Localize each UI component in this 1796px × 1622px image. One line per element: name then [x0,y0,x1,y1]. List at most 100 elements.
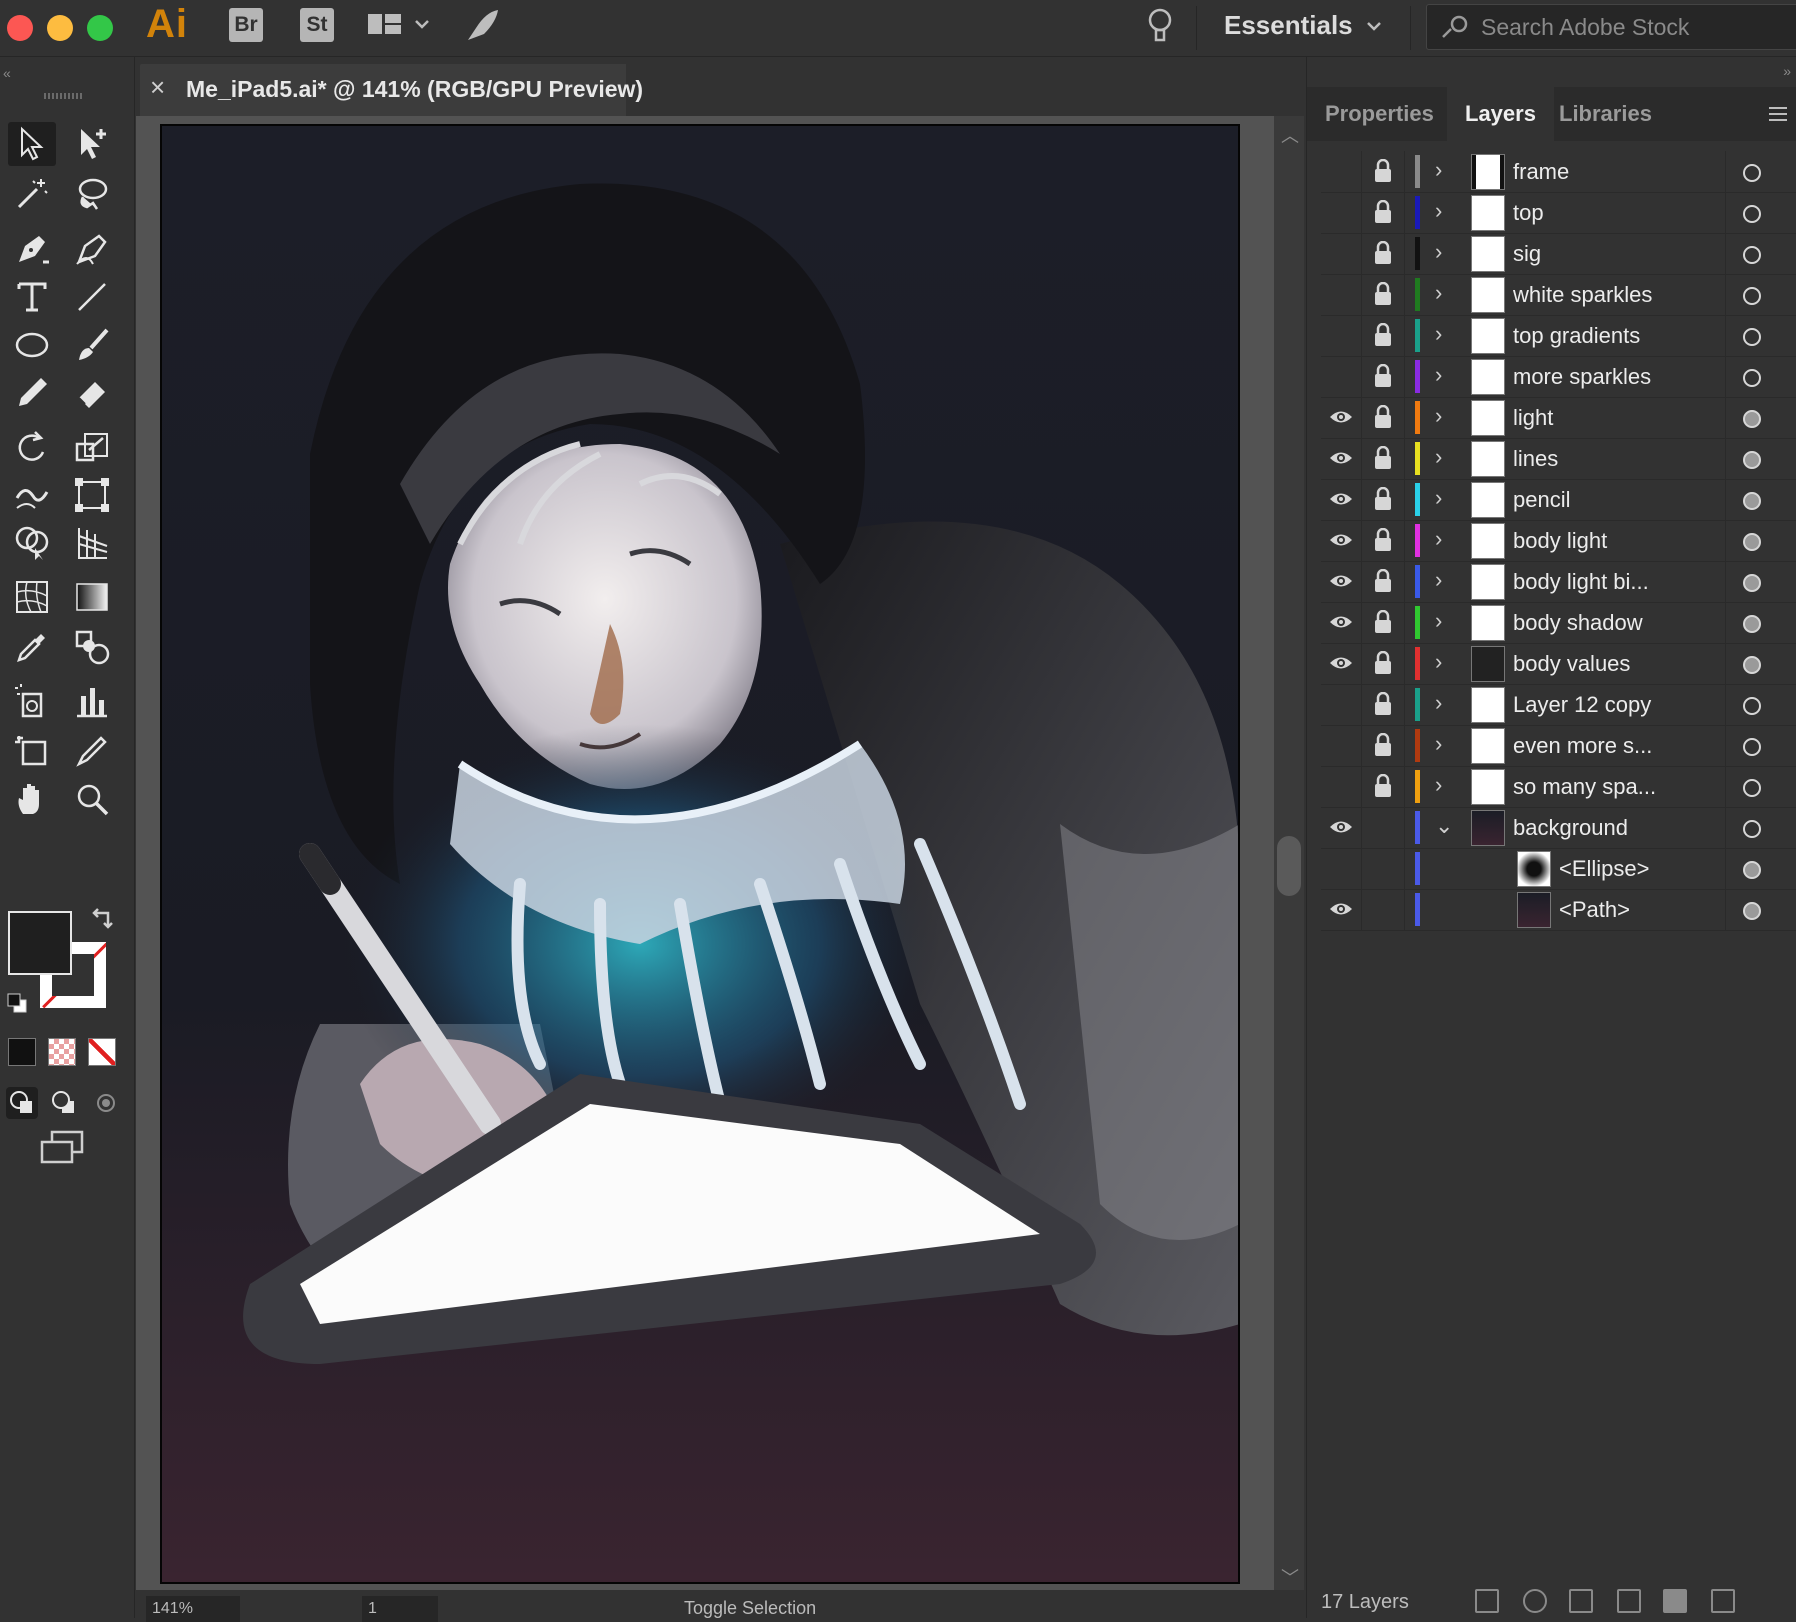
chevron-down-icon[interactable] [412,14,432,39]
target-appearance-icon[interactable] [1743,451,1761,469]
visibility-toggle[interactable] [1321,274,1362,315]
layer-name[interactable]: top gradients [1513,323,1640,349]
target-appearance-icon[interactable] [1743,697,1761,715]
pen-tool[interactable] [8,227,56,271]
chevron-right-icon[interactable]: › [1435,772,1442,798]
locate-object-icon[interactable] [1523,1589,1547,1613]
target-appearance-icon[interactable] [1743,410,1761,428]
fill-color-swatch[interactable] [8,911,72,975]
artboard-tool[interactable] [8,729,56,773]
visibility-toggle[interactable] [1321,807,1362,848]
layer-name[interactable]: <Ellipse> [1559,856,1650,882]
minimize-window-button[interactable] [47,15,73,41]
create-new-layer-icon[interactable] [1663,1589,1687,1613]
lock-toggle[interactable] [1362,192,1405,233]
layer-name[interactable]: background [1513,815,1628,841]
layer-row[interactable]: › Layer 12 copy [1321,684,1796,726]
layer-name[interactable]: so many spa... [1513,774,1656,800]
layer-row[interactable]: › body light bi... [1321,561,1796,603]
lock-toggle[interactable] [1362,520,1405,561]
color-mode-button[interactable] [8,1038,36,1066]
chevron-down-icon[interactable] [1364,16,1384,41]
sublayer-row[interactable]: <Path> [1321,889,1796,931]
layer-row[interactable]: › pencil [1321,479,1796,521]
lock-toggle[interactable] [1362,889,1405,930]
layer-name[interactable]: sig [1513,241,1541,267]
chevron-right-icon[interactable]: › [1435,649,1442,675]
lock-toggle[interactable] [1362,397,1405,438]
zoom-tool[interactable] [68,777,116,821]
chevron-right-icon[interactable]: › [1435,198,1442,224]
visibility-toggle[interactable] [1321,315,1362,356]
rocket-icon[interactable] [462,6,502,51]
target-appearance-icon[interactable] [1743,164,1761,182]
free-transform-tool[interactable] [68,473,116,517]
blend-tool[interactable] [68,625,116,669]
swap-fill-stroke-icon[interactable] [90,907,114,936]
layer-row[interactable]: › body shadow [1321,602,1796,644]
layer-row[interactable]: › white sparkles [1321,274,1796,316]
lock-toggle[interactable] [1362,766,1405,807]
chevron-right-icon[interactable]: › [1435,362,1442,388]
layer-row[interactable]: › frame [1321,151,1796,193]
visibility-toggle[interactable] [1321,397,1362,438]
layer-name[interactable]: top [1513,200,1544,226]
tab-properties[interactable]: Properties [1307,87,1452,141]
target-appearance-icon[interactable] [1743,492,1761,510]
workspace-switcher[interactable]: Essentials [1224,10,1353,41]
layer-row[interactable]: › top gradients [1321,315,1796,357]
layer-row[interactable]: › light [1321,397,1796,439]
mesh-tool[interactable] [8,575,56,619]
eraser-tool[interactable] [68,371,116,415]
layer-name[interactable]: light [1513,405,1553,431]
bridge-button[interactable]: Br [229,8,263,42]
chevron-right-icon[interactable]: › [1435,731,1442,757]
make-clipping-mask-icon[interactable] [1569,1589,1593,1613]
target-appearance-icon[interactable] [1743,738,1761,756]
visibility-toggle[interactable] [1321,684,1362,725]
layer-name[interactable]: body light bi... [1513,569,1649,595]
stock-search-box[interactable] [1426,4,1796,50]
search-input[interactable] [1479,11,1796,43]
layer-name[interactable]: Layer 12 copy [1513,692,1651,718]
visibility-toggle[interactable] [1321,233,1362,274]
visibility-toggle[interactable] [1321,848,1362,889]
chevron-right-icon[interactable]: › [1435,444,1442,470]
ellipse-tool[interactable] [8,323,56,367]
draw-behind-button[interactable] [48,1087,80,1119]
lock-toggle[interactable] [1362,356,1405,397]
chevron-right-icon[interactable]: › [1435,608,1442,634]
collapse-panel-icon[interactable]: » [1783,63,1791,79]
lock-toggle[interactable] [1362,479,1405,520]
collect-export-icon[interactable] [1475,1589,1499,1613]
target-appearance-icon[interactable] [1743,369,1761,387]
column-graph-tool[interactable] [68,679,116,723]
hand-tool[interactable] [8,777,56,821]
layer-name[interactable]: more sparkles [1513,364,1651,390]
create-sublayer-icon[interactable] [1617,1589,1641,1613]
selection-tool[interactable] [8,122,56,166]
target-appearance-icon[interactable] [1743,820,1761,838]
target-appearance-icon[interactable] [1743,574,1761,592]
draw-normal-button[interactable] [6,1087,38,1119]
chevron-right-icon[interactable]: › [1435,690,1442,716]
target-appearance-icon[interactable] [1743,328,1761,346]
target-appearance-icon[interactable] [1743,615,1761,633]
default-fill-stroke-icon[interactable] [6,992,28,1019]
visibility-toggle[interactable] [1321,356,1362,397]
close-window-button[interactable] [7,15,33,41]
close-document-icon[interactable]: × [150,72,165,103]
chevron-right-icon[interactable]: › [1435,157,1442,183]
symbol-sprayer-tool[interactable] [8,679,56,723]
visibility-toggle[interactable] [1321,438,1362,479]
lightbulb-icon[interactable] [1148,6,1172,51]
visibility-toggle[interactable] [1321,766,1362,807]
scroll-down-icon[interactable]: ﹀ [1281,1564,1299,1590]
layer-row[interactable]: › sig [1321,233,1796,275]
gradient-tool[interactable] [68,575,116,619]
layer-row[interactable]: ⌄ background [1321,807,1796,849]
toolbar-grip[interactable] [44,93,82,99]
lock-toggle[interactable] [1362,848,1405,889]
lock-toggle[interactable] [1362,561,1405,602]
curvature-tool[interactable] [68,227,116,271]
